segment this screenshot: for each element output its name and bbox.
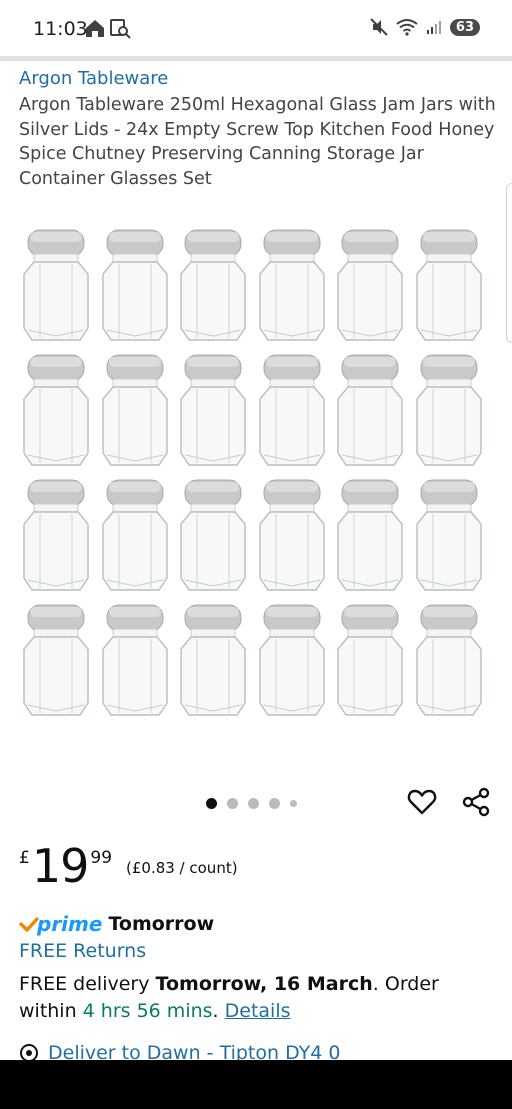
share-icon	[462, 787, 490, 817]
scroll-hint	[506, 183, 512, 343]
delivery-date: Tomorrow, 16 March	[155, 973, 373, 995]
unit-price: (£0.83 / count)	[126, 859, 238, 877]
prime-check-icon	[19, 917, 39, 932]
carousel-dot[interactable]	[269, 798, 280, 809]
mute-icon	[370, 18, 388, 36]
jar-image	[20, 222, 92, 344]
jar-image	[413, 597, 485, 719]
price-whole: 19	[31, 839, 90, 893]
delivery-message: FREE delivery Tomorrow, 16 March. Order …	[19, 971, 499, 1025]
share-button[interactable]	[460, 786, 492, 818]
jar-image	[256, 597, 328, 719]
jar-image	[99, 597, 171, 719]
jar-image	[334, 597, 406, 719]
status-bar: 11:03 63	[0, 0, 512, 56]
status-right-icons: 63	[370, 18, 480, 36]
status-left-icons	[84, 17, 131, 39]
product-image[interactable]	[20, 222, 492, 722]
wifi-icon	[396, 19, 418, 36]
product-title: Argon Tableware 250ml Hexagonal Glass Ja…	[19, 95, 496, 189]
image-carousel-dots[interactable]	[206, 798, 297, 809]
jar-image	[99, 472, 171, 594]
jar-image	[256, 472, 328, 594]
carousel-dot[interactable]	[248, 798, 259, 809]
jar-image	[334, 472, 406, 594]
carousel-dot[interactable]	[206, 798, 217, 809]
brand-link[interactable]: Argon Tableware	[19, 68, 168, 89]
delivery-details-link[interactable]: Details	[225, 1000, 291, 1022]
jar-image	[334, 347, 406, 469]
battery-indicator: 63	[449, 18, 480, 36]
delivery-countdown: 4 hrs 56 mins	[82, 1000, 213, 1022]
jar-image	[20, 472, 92, 594]
jar-image	[20, 597, 92, 719]
jar-image	[413, 347, 485, 469]
header-divider	[0, 56, 512, 61]
carousel-dot[interactable]	[227, 798, 238, 809]
jar-image	[413, 472, 485, 594]
jar-image	[99, 222, 171, 344]
jar-image	[177, 347, 249, 469]
jar-image	[177, 597, 249, 719]
home-icon	[86, 20, 104, 37]
jar-image	[20, 347, 92, 469]
jar-image	[334, 222, 406, 344]
jar-image	[177, 222, 249, 344]
jar-image	[256, 222, 328, 344]
delivery-prefix: FREE delivery	[19, 973, 156, 995]
price-fraction: 99	[90, 848, 113, 868]
carousel-dot[interactable]	[290, 800, 297, 807]
status-time: 11:03	[33, 18, 88, 40]
jar-image	[413, 222, 485, 344]
delivery-period: .	[212, 1000, 225, 1022]
jar-image	[177, 472, 249, 594]
prime-label: prime	[37, 912, 103, 936]
screen-search-icon	[110, 19, 131, 39]
signal-icon	[426, 21, 441, 34]
jar-image	[99, 347, 171, 469]
wishlist-button[interactable]	[406, 786, 438, 818]
prime-delivery-day: Tomorrow	[108, 913, 215, 935]
price-currency: £	[19, 848, 30, 868]
heart-icon	[407, 789, 437, 815]
prime-badge: prime Tomorrow	[19, 912, 214, 936]
price: £ 19 99	[19, 838, 112, 894]
system-navigation-bar	[0, 1060, 512, 1109]
jar-image	[256, 347, 328, 469]
free-returns-link[interactable]: FREE Returns	[19, 940, 146, 962]
